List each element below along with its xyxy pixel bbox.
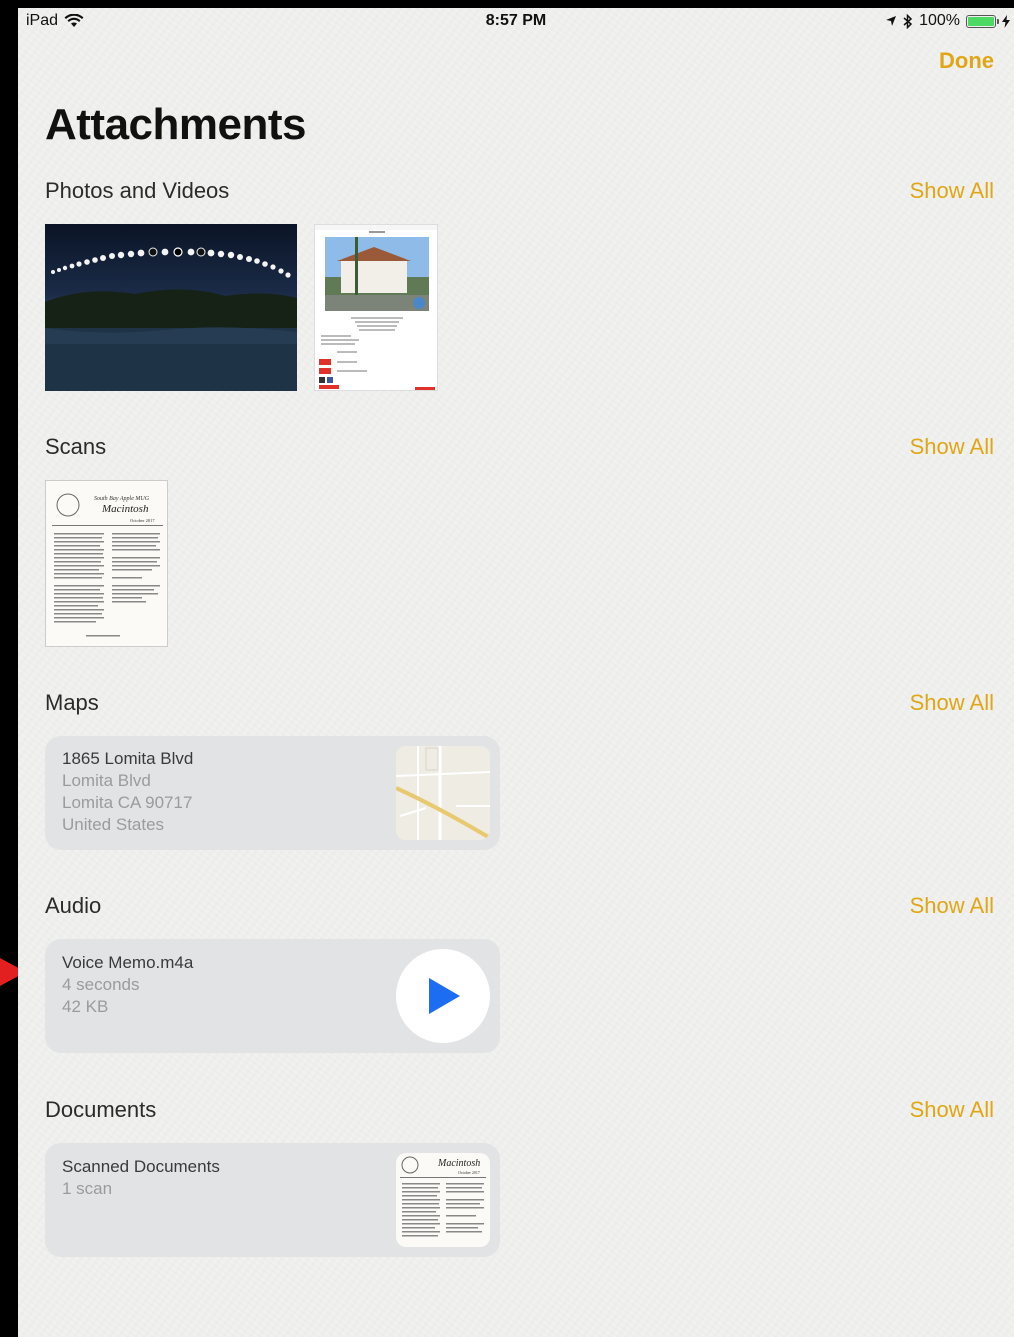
- document-count: 1 scan: [62, 1179, 113, 1198]
- ipad-screenshot-thumbnail[interactable]: [314, 224, 438, 391]
- page-title: Attachments: [45, 100, 307, 149]
- play-button[interactable]: [396, 949, 490, 1043]
- map-attachment-card[interactable]: 1865 Lomita Blvd Lomita Blvd Lomita CA 9…: [45, 736, 500, 850]
- charging-bolt-icon: [1002, 14, 1010, 28]
- scan-thumbnail[interactable]: South Bay Apple MUG Macintosh October 20…: [45, 480, 168, 647]
- eclipse-photo-image: [45, 247, 297, 391]
- maps-show-all-button[interactable]: Show All: [910, 690, 994, 716]
- map-preview-image: [396, 746, 490, 840]
- document-name: Scanned Documents: [62, 1157, 220, 1176]
- done-button[interactable]: Done: [939, 48, 994, 74]
- audio-show-all-button[interactable]: Show All: [910, 893, 994, 919]
- ipad-screenshot-image: [315, 225, 437, 390]
- map-preview: [396, 746, 490, 840]
- document-preview-title: Macintosh: [437, 1158, 480, 1169]
- documents-section-title: Documents: [45, 1097, 157, 1122]
- scan-title-text: Macintosh: [101, 503, 149, 515]
- battery-icon: [966, 14, 999, 28]
- battery-percent: 100%: [919, 12, 960, 29]
- photos-section-title: Photos and Videos: [45, 178, 230, 203]
- scans-show-all-button[interactable]: Show All: [910, 434, 994, 460]
- scan-header-text: South Bay Apple MUG: [94, 496, 150, 502]
- document-preview: Macintosh October 2017: [396, 1153, 490, 1247]
- audio-file-name: Voice Memo.m4a: [62, 953, 194, 972]
- documents-show-all-button[interactable]: Show All: [910, 1097, 994, 1123]
- bluetooth-icon: [903, 13, 913, 29]
- scan-document-image: South Bay Apple MUG Macintosh October 20…: [52, 493, 163, 637]
- audio-section-title: Audio: [45, 893, 102, 918]
- map-address-line4: United States: [62, 815, 165, 834]
- status-bar: iPad 8:57 PM 100%: [18, 8, 1014, 34]
- document-attachment-card[interactable]: Scanned Documents 1 scan Macintosh Octob…: [45, 1143, 500, 1257]
- map-address-line2: Lomita Blvd: [62, 771, 151, 790]
- status-time: 8:57 PM: [485, 12, 547, 29]
- location-arrow-icon: [886, 16, 897, 26]
- document-preview-image: Macintosh October 2017: [400, 1156, 486, 1237]
- map-address-line1: 1865 Lomita Blvd: [62, 749, 194, 768]
- audio-file-size: 42 KB: [62, 997, 109, 1016]
- audio-attachment-card[interactable]: Voice Memo.m4a 4 seconds 42 KB: [45, 939, 500, 1053]
- eclipse-photo-thumbnail[interactable]: [45, 224, 297, 391]
- audio-duration: 4 seconds: [62, 975, 140, 994]
- scans-section-title: Scans: [45, 434, 107, 459]
- maps-section-title: Maps: [45, 690, 99, 715]
- play-icon: [429, 978, 460, 1014]
- scan-date-text: October 2017: [130, 518, 155, 523]
- map-address-line3: Lomita CA 90717: [62, 793, 193, 812]
- attachments-screen: iPad 8:57 PM 100% Done Attachments Photo…: [18, 8, 1014, 1337]
- battery-fill: [968, 16, 994, 26]
- document-preview-date: October 2017: [458, 1170, 480, 1175]
- photos-show-all-button[interactable]: Show All: [910, 178, 994, 204]
